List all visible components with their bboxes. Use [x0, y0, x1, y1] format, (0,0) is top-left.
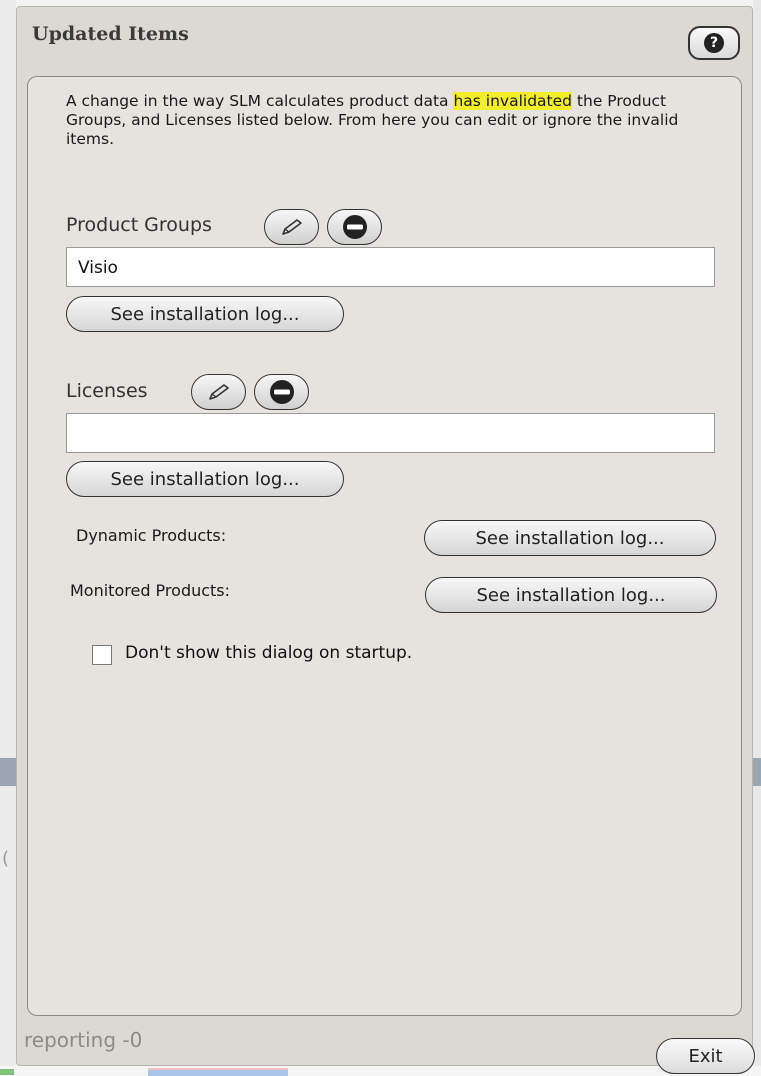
- background-reporting-text: reporting -0: [24, 1028, 143, 1052]
- background-status-strip: [0, 1066, 761, 1076]
- dont-show-on-startup-label[interactable]: Don't show this dialog on startup.: [125, 643, 412, 663]
- remove-icon: [269, 380, 294, 404]
- monitored-products-log-button[interactable]: See installation log...: [425, 577, 717, 613]
- licenses-label: Licenses: [66, 380, 148, 402]
- product-groups-list[interactable]: Visio: [66, 247, 715, 287]
- monitored-products-label: Monitored Products:: [70, 581, 231, 600]
- licenses-edit-button[interactable]: [191, 374, 246, 410]
- background-stripe: [0, 758, 16, 786]
- background-app-right: [753, 0, 761, 1076]
- content-panel: A change in the way SLM calculates produ…: [27, 76, 742, 1016]
- product-groups-edit-button[interactable]: [264, 209, 319, 245]
- background-stripe: [753, 758, 761, 786]
- message-highlight: has invalidated: [453, 92, 572, 110]
- dont-show-on-startup-checkbox[interactable]: [92, 645, 112, 665]
- product-groups-log-button[interactable]: See installation log...: [66, 296, 344, 332]
- background-green-bar: [0, 1069, 14, 1075]
- help-icon: ?: [704, 33, 724, 53]
- background-blue-bar: [148, 1070, 288, 1076]
- help-button[interactable]: ?: [688, 26, 740, 60]
- remove-icon: [342, 215, 367, 239]
- dynamic-products-label: Dynamic Products:: [76, 526, 227, 545]
- product-groups-label: Product Groups: [66, 214, 212, 236]
- product-group-item[interactable]: Visio: [78, 258, 118, 278]
- invalidation-message: A change in the way SLM calculates produ…: [66, 92, 726, 149]
- licenses-remove-button[interactable]: [254, 374, 309, 410]
- product-groups-remove-button[interactable]: [327, 209, 382, 245]
- licenses-log-button[interactable]: See installation log...: [66, 461, 344, 497]
- background-app-left: (: [0, 0, 16, 1076]
- dialog-title: Updated Items: [32, 23, 189, 45]
- background-glyph: (: [2, 848, 10, 869]
- message-text-start: A change in the way SLM calculates produ…: [66, 92, 454, 110]
- updated-items-dialog: Updated Items ? A change in the way SLM …: [16, 6, 753, 1066]
- exit-button[interactable]: Exit: [656, 1038, 755, 1074]
- pencil-icon: [208, 384, 229, 400]
- dynamic-products-log-button[interactable]: See installation log...: [424, 520, 716, 556]
- pencil-icon: [281, 219, 302, 235]
- licenses-list[interactable]: [66, 413, 715, 453]
